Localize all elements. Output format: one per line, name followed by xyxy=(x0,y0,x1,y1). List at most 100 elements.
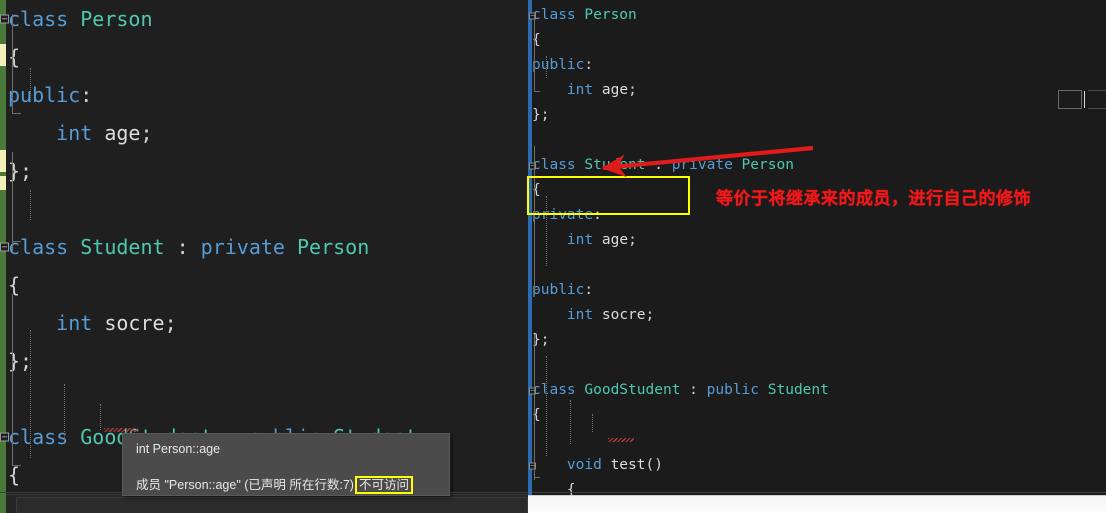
code-token: age xyxy=(601,82,629,98)
code-token: private xyxy=(532,207,594,223)
code-line[interactable]: − class Person xyxy=(529,3,1106,28)
left-indent-guide xyxy=(30,330,31,458)
code-token: Person xyxy=(297,235,370,259)
code-line[interactable]: − void test() xyxy=(529,453,1106,478)
left-gutter-unsaved-marker xyxy=(0,150,6,172)
code-token: : xyxy=(584,282,594,298)
right-indent-guide xyxy=(546,196,547,266)
code-line[interactable]: public: xyxy=(532,278,1106,303)
tooltip-signature: int Person::age xyxy=(136,442,221,456)
tooltip-message-highlight: 不可访问 xyxy=(354,476,413,494)
code-token: socre xyxy=(601,307,646,323)
code-token: class xyxy=(532,382,585,398)
fold-minus-icon[interactable]: − xyxy=(0,432,9,442)
fold-minus-icon[interactable]: − xyxy=(0,14,9,24)
code-token: class xyxy=(532,157,585,173)
left-scope-guide-end xyxy=(12,224,21,242)
code-token: private xyxy=(200,235,285,259)
code-token: age xyxy=(601,232,629,248)
right-code-text[interactable]: − class Person{public: int age;}; − class … xyxy=(529,3,1106,513)
code-line[interactable]: { xyxy=(532,28,1106,53)
code-line[interactable]: int age; xyxy=(532,78,1106,103)
code-line[interactable] xyxy=(532,353,1106,378)
code-token: Student xyxy=(767,382,829,398)
code-token: ; xyxy=(645,307,655,323)
left-bottom-inner-strip xyxy=(16,497,528,513)
code-token: class xyxy=(8,425,81,449)
code-token: Person xyxy=(80,7,153,31)
right-indent-guide xyxy=(546,56,547,78)
code-token: : xyxy=(80,83,93,107)
code-line[interactable]: −class Student : private Person xyxy=(0,228,528,266)
code-token: void xyxy=(566,457,602,473)
code-token: socre xyxy=(104,311,165,335)
code-token: }; xyxy=(532,107,550,123)
code-token: int xyxy=(56,121,93,145)
code-line[interactable]: −class GoodStudent : public Student xyxy=(529,378,1106,403)
code-token: ; xyxy=(628,232,637,248)
code-token: ; xyxy=(140,121,153,145)
code-line[interactable]: int age; xyxy=(8,114,528,152)
code-line[interactable]: }; xyxy=(8,342,528,380)
red-annotation-text: 等价于将继承来的成员，进行自己的修饰 xyxy=(716,189,1031,208)
right-indent-guide xyxy=(592,414,593,432)
code-line[interactable]: int age; xyxy=(532,228,1106,253)
code-token: int xyxy=(566,307,594,323)
code-line[interactable]: int socre; xyxy=(532,303,1106,328)
code-line[interactable] xyxy=(532,253,1106,278)
left-error-squiggle xyxy=(104,428,138,432)
code-token: class xyxy=(8,7,81,31)
code-token: : xyxy=(584,57,594,73)
right-scope-guide-end xyxy=(534,78,540,92)
left-scope-guide xyxy=(12,294,13,466)
code-token: int xyxy=(56,311,93,335)
code-line[interactable]: }; xyxy=(532,328,1106,353)
right-code-editor-pane[interactable]: − class Person{public: int age;}; − class … xyxy=(528,0,1106,513)
code-line[interactable]: { xyxy=(8,38,528,76)
left-gutter-unsaved-marker xyxy=(0,176,6,190)
code-line[interactable]: }; xyxy=(8,152,528,190)
right-scope-guide-end xyxy=(534,464,540,478)
code-token: : xyxy=(593,207,602,223)
code-line[interactable]: { xyxy=(8,266,528,304)
code-token: : xyxy=(680,382,707,398)
code-line[interactable]: }; xyxy=(532,103,1106,128)
fold-minus-icon[interactable]: − xyxy=(0,242,9,252)
code-line[interactable]: int socre; xyxy=(8,304,528,342)
left-indent-guide xyxy=(64,384,65,444)
code-line[interactable] xyxy=(8,190,528,228)
code-token: { xyxy=(8,273,21,297)
code-line[interactable]: public: xyxy=(532,53,1106,78)
code-token: public xyxy=(706,382,760,398)
code-line[interactable] xyxy=(8,380,528,418)
code-token: { xyxy=(8,463,21,487)
editor-comparison-screenshot: − class Person{public: int age;}; − class … xyxy=(0,0,1106,513)
code-token: int xyxy=(566,232,594,248)
left-indent-guide xyxy=(30,68,31,102)
code-token: { xyxy=(8,45,21,69)
red-arrow-annotation xyxy=(601,145,814,178)
code-token: ; xyxy=(628,82,637,98)
tooltip-message: 成员 "Person::age" (已声明 所在行数:7) 不可访问 xyxy=(136,474,413,494)
left-code-editor-pane[interactable]: − class Person{public: int age;}; − class … xyxy=(0,0,528,513)
right-current-line-highlight xyxy=(1088,90,1106,109)
left-indent-guide xyxy=(30,190,31,220)
code-line[interactable]: − class Person xyxy=(0,0,528,38)
right-error-squiggle xyxy=(608,438,634,442)
text-caret xyxy=(1084,91,1085,108)
left-indent-guide xyxy=(100,404,101,430)
right-indent-guide xyxy=(546,356,547,456)
code-token: Person xyxy=(584,7,637,23)
code-line[interactable]: public: xyxy=(8,76,528,114)
right-bottom-white-band xyxy=(528,495,1106,513)
code-line[interactable]: { xyxy=(532,403,1106,428)
code-token: GoodStudent xyxy=(584,382,681,398)
